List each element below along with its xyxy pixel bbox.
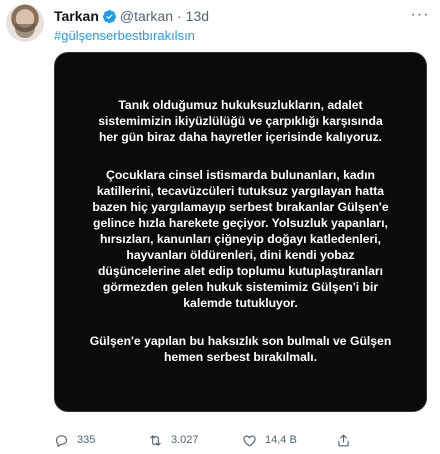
statement-line: Gülşen'e yapılan bu haksızlık son bulmal… — [89, 334, 392, 348]
statement-line: hırsızları, kanunları çiğneyip doğayı ka… — [99, 232, 382, 246]
statement-line: görmezden gelen hukuk sistemimiz Gülşen'… — [102, 280, 379, 294]
statement-line: gelince hızla harekete geçiyor. Yolsuzlu… — [93, 216, 388, 230]
reply-button[interactable]: 335 — [54, 433, 95, 448]
statement-line: Tanık olduğumuz hukuksuzlukların, adalet — [118, 98, 363, 112]
retweet-count: 3.027 — [171, 434, 199, 446]
statement-line: düşüncelerine alet edip toplumu kutuplaş… — [97, 264, 384, 278]
like-count: 14,4 B — [265, 434, 297, 446]
retweet-icon — [150, 434, 161, 446]
handle[interactable]: @tarkan — [120, 8, 173, 24]
display-name[interactable]: Tarkan — [54, 8, 99, 24]
statement-line: bazen hiç yargılamayıp serbest bırakanla… — [92, 200, 389, 214]
tweet-actions: 335 3.027 14,4 B — [54, 430, 424, 450]
statement-paragraph-3: Gülşen'e yapılan bu haksızlık son bulmal… — [67, 333, 414, 365]
reply-count: 335 — [77, 434, 96, 446]
statement-line: kalemde tutukluyor. — [183, 296, 298, 310]
avatar[interactable] — [6, 4, 44, 42]
tweet: Tarkan @tarkan · 13d ··· #gülşenserbestb… — [0, 0, 440, 454]
share-button[interactable] — [336, 433, 359, 448]
statement-image[interactable]: Tanık olduğumuz hukuksuzlukların, adalet… — [54, 52, 427, 412]
statement-line: Çocuklara cinsel istismarda bulunanları,… — [106, 168, 375, 182]
statement-paragraph-1: Tanık olduğumuz hukuksuzlukların, adalet… — [67, 97, 414, 145]
share-icon — [338, 434, 349, 446]
statement-line: hemen serbest bırakılmalı. — [163, 350, 318, 364]
statement-line: her gün biraz daha hayretler içerisinde … — [98, 130, 383, 144]
timestamp[interactable]: 13d — [186, 8, 209, 24]
more-icon[interactable]: ··· — [410, 6, 430, 24]
statement-line: hayvanları öldürenleri, dini kendi yobaz — [126, 248, 355, 262]
like-button[interactable]: 14,4 B — [242, 433, 297, 448]
statement-paragraph-2: Çocuklara cinsel istismarda bulunanları,… — [67, 167, 414, 311]
verified-badge-icon — [102, 9, 116, 23]
hashtag-link[interactable]: #gülşenserbestbırakılsın — [54, 28, 195, 43]
like-icon — [243, 434, 256, 446]
separator-dot: · — [177, 8, 182, 24]
reply-icon — [55, 434, 68, 447]
retweet-button[interactable]: 3.027 — [148, 433, 199, 448]
tweet-header: Tarkan @tarkan · 13d — [54, 8, 209, 24]
statement-line: katillerini, tecavüzcüleri tutuksuz yarg… — [96, 184, 385, 198]
statement-line: sistemimizin ikiyüzlülüğü ve çarpıklığı … — [98, 114, 383, 128]
